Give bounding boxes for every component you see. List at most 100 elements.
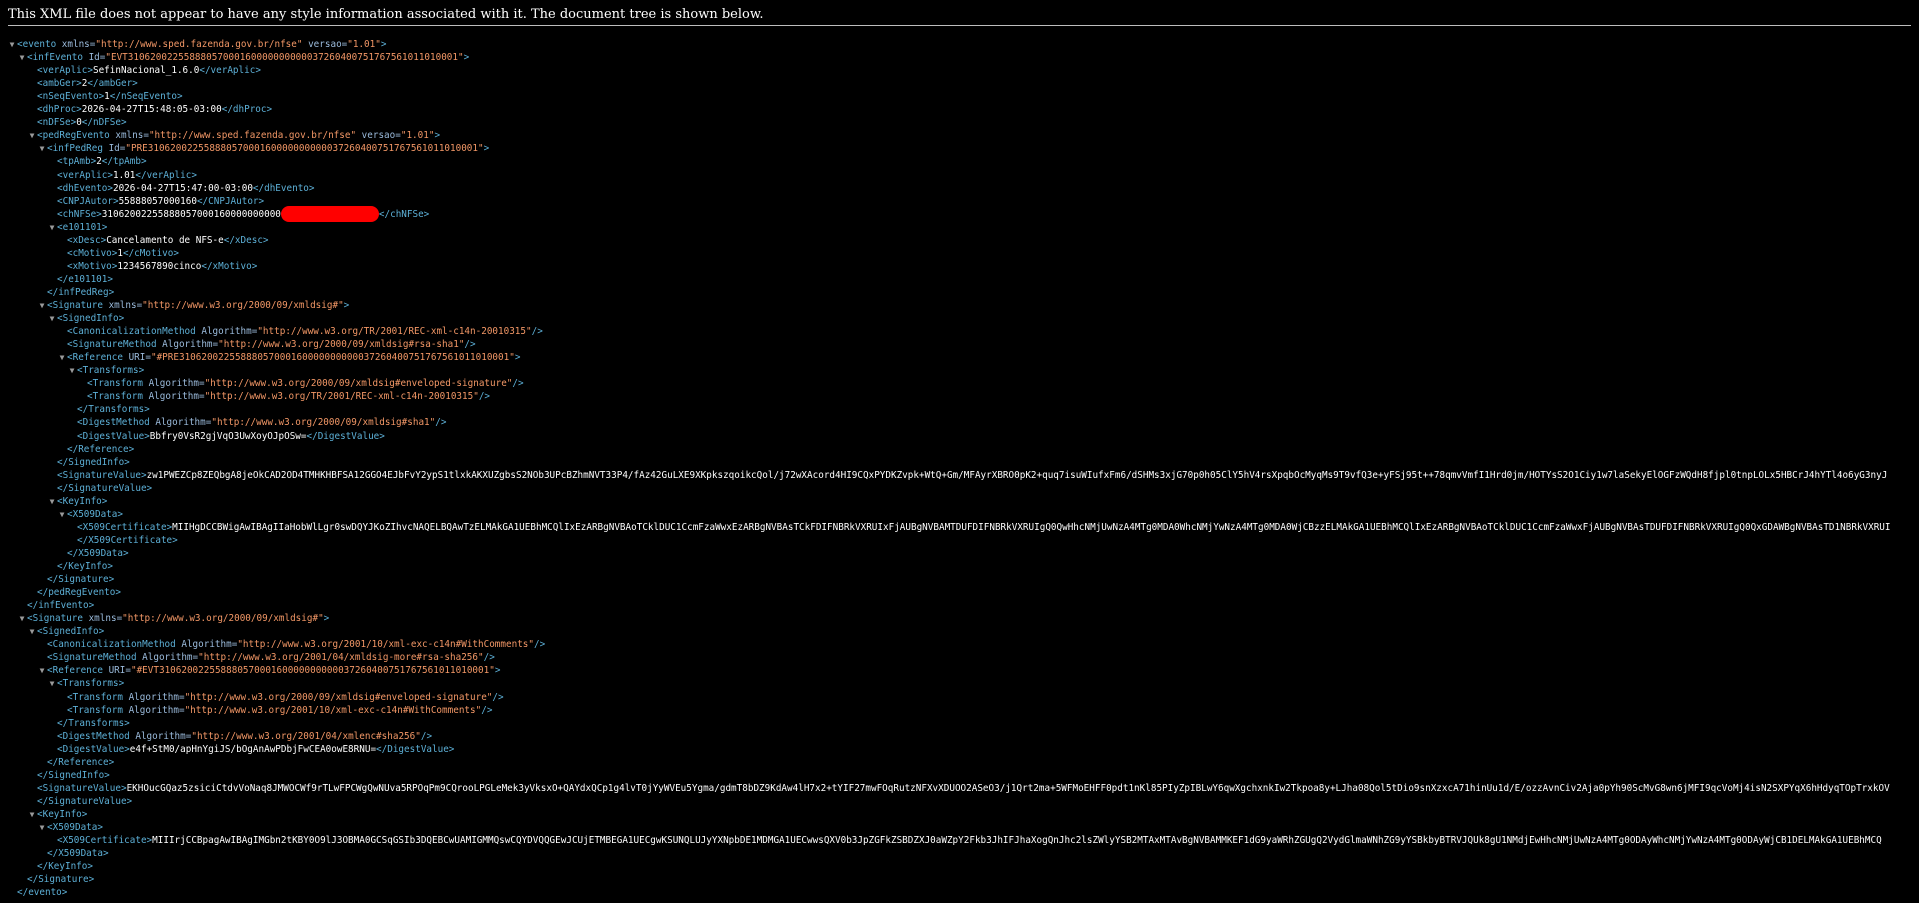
xml-line: <Transform Algorithm="http://www.w3.org/… bbox=[57, 704, 492, 717]
xml-line: <DigestMethod Algorithm="http://www.w3.o… bbox=[47, 730, 432, 743]
xml-tag-text: <dhProc> bbox=[37, 104, 82, 116]
xml-line: </Reference> bbox=[37, 756, 114, 769]
xml-line: </X509Certificate> bbox=[67, 534, 178, 547]
xml-tag-text: <nSeqEvento> bbox=[37, 91, 105, 103]
xml-line: </SignedInfo> bbox=[47, 456, 130, 469]
xml-tag-text: /> bbox=[512, 378, 524, 390]
redaction-mark bbox=[280, 205, 379, 222]
xml-line: ▼ <Transforms> bbox=[47, 677, 125, 690]
xml-line: ▼ <Signature xmlns="http://www.w3.org/200… bbox=[37, 299, 350, 312]
collapse-toggle-icon[interactable]: ▼ bbox=[57, 351, 67, 364]
xml-tag-text: </pedRegEvento> bbox=[37, 587, 121, 599]
xml-tag-text: /> bbox=[483, 652, 495, 664]
xml-tag-text: </infEvento> bbox=[27, 600, 95, 612]
attribute-value: "http://www.w3.org/2001/04/xmlenc#sha256… bbox=[191, 730, 421, 742]
element-text: 1.01 bbox=[112, 169, 136, 181]
xml-tag-text: </Signature> bbox=[47, 574, 115, 586]
xml-tag-text: </X509Data> bbox=[67, 547, 129, 559]
xml-line: ▼ <e101101> bbox=[47, 221, 108, 234]
xml-tag-text: </xMotivo> bbox=[201, 260, 258, 272]
xml-tag-text: <SignatureValue> bbox=[37, 782, 127, 794]
element-text: Cancelamento de NFS-e bbox=[106, 234, 224, 246]
collapse-toggle-icon[interactable]: ▼ bbox=[37, 664, 47, 677]
collapse-toggle-icon[interactable]: ▼ bbox=[37, 299, 47, 312]
xml-line: <DigestMethod Algorithm="http://www.w3.o… bbox=[67, 416, 446, 429]
attribute-value: "http://www.sped.fazenda.gov.br/nfse" bbox=[148, 130, 357, 142]
xml-tag-text: <SignedInfo> bbox=[57, 313, 125, 325]
attribute-value: "http://www.sped.fazenda.gov.br/nfse" bbox=[95, 39, 303, 50]
collapse-toggle-icon[interactable]: ▼ bbox=[47, 312, 57, 325]
collapse-toggle-icon[interactable]: ▼ bbox=[17, 51, 27, 64]
xml-line: <DigestValue>Bbfry0VsR2gjVqO3UwXoyOJpOSw… bbox=[67, 430, 385, 443]
xml-line: ▼ <SignedInfo> bbox=[27, 625, 105, 638]
xml-tag-text: <KeyInfo> bbox=[57, 495, 108, 507]
xml-line: <nSeqEvento>1</nSeqEvento> bbox=[27, 90, 183, 103]
xml-line: <xMotivo>1234567890cinco</xMotivo> bbox=[57, 260, 257, 273]
xml-tag-text: <CanonicalizationMethod bbox=[47, 639, 176, 651]
xml-line: </infPedReg> bbox=[37, 286, 114, 299]
xml-tag-text: </dhProc> bbox=[221, 104, 273, 116]
xml-tag-text: <SignatureMethod bbox=[47, 652, 137, 664]
xml-tag-text: > bbox=[343, 300, 350, 311]
xml-tag-text: /> bbox=[481, 704, 493, 716]
xml-tag-text: > bbox=[494, 665, 501, 677]
xml-line: </SignedInfo> bbox=[27, 769, 110, 782]
xml-tag-text: </KeyInfo> bbox=[37, 861, 93, 873]
xml-tag-text: </CNPJAutor> bbox=[196, 195, 265, 207]
xml-line: ▼ <pedRegEvento xmlns="http://www.sped.fa… bbox=[27, 129, 440, 142]
xml-tag-text: > bbox=[380, 39, 387, 50]
collapse-toggle-icon[interactable]: ▼ bbox=[27, 808, 37, 821]
collapse-toggle-icon[interactable]: ▼ bbox=[57, 508, 67, 521]
collapse-toggle-icon[interactable]: ▼ bbox=[27, 625, 37, 638]
element-text: 2026-04-27T15:48:05-03:00 bbox=[81, 104, 222, 116]
xml-tag-text: </evento> bbox=[17, 887, 68, 899]
attribute-name: Algorithm= bbox=[136, 652, 199, 664]
xml-tag-text: <X509Certificate> bbox=[77, 521, 173, 533]
xml-line: ▼ <X509Data> bbox=[37, 821, 103, 834]
xml-line: <DigestValue>e4f+StM0/apHnYgiJS/bOgAnAwP… bbox=[47, 743, 454, 756]
xml-line: </Reference> bbox=[57, 443, 134, 456]
collapse-toggle-icon[interactable]: ▼ bbox=[47, 677, 57, 690]
attribute-name: Id= bbox=[82, 52, 106, 64]
xml-line: <verAplic>SefinNacional_1.6.0</verAplic> bbox=[27, 64, 261, 77]
collapse-toggle-icon[interactable]: ▼ bbox=[37, 821, 47, 834]
xml-tag-text: </SignedInfo> bbox=[57, 456, 130, 468]
collapse-toggle-icon[interactable]: ▼ bbox=[67, 364, 77, 377]
xml-line: ▼ <Reference URI="#PRE3106200225588805700… bbox=[57, 351, 521, 364]
xml-tag-text: /> bbox=[420, 730, 433, 742]
xml-tag-text: </ambGer> bbox=[87, 78, 138, 90]
collapse-toggle-icon[interactable]: ▼ bbox=[17, 612, 27, 625]
element-text: EKHOucGQaz5zsiciCtdvVoNaq8JMWOCWf9rTLwFP… bbox=[126, 782, 1890, 794]
collapse-toggle-icon[interactable]: ▼ bbox=[47, 495, 57, 508]
attribute-value: "#EVT31062002255888057000160000000000037… bbox=[130, 665, 495, 677]
xml-line: ▼ <KeyInfo> bbox=[27, 808, 88, 821]
xml-line: <Transform Algorithm="http://www.w3.org/… bbox=[77, 377, 524, 390]
xml-tag-text: <SignatureMethod bbox=[67, 339, 157, 351]
attribute-value: "http://www.w3.org/2000/09/xmldsig#" bbox=[122, 613, 324, 625]
xml-line: ▼ <Transforms> bbox=[67, 364, 145, 377]
collapse-toggle-icon[interactable]: ▼ bbox=[37, 142, 47, 155]
xml-line: <ambGer>2</ambGer> bbox=[27, 77, 138, 90]
xml-tag-text: /> bbox=[478, 391, 491, 403]
collapse-toggle-icon[interactable]: ▼ bbox=[7, 38, 17, 51]
attribute-value: "http://www.w3.org/2000/09/xmldsig#" bbox=[142, 300, 344, 311]
xml-tag-text: <SignedInfo> bbox=[37, 626, 105, 638]
xml-line: </Transforms> bbox=[67, 403, 150, 416]
info-divider bbox=[8, 25, 1911, 26]
xml-line: ▼ <Reference URI="#EVT3106200225588805700… bbox=[37, 664, 501, 677]
xml-tag-text: > bbox=[434, 130, 441, 142]
no-style-info-message: This XML file does not appear to have an… bbox=[8, 7, 764, 22]
collapse-toggle-icon[interactable]: ▼ bbox=[27, 129, 37, 142]
xml-tag-text: <X509Certificate> bbox=[57, 835, 153, 847]
xml-line: <X509Certificate>MIIIrjCCBpagAwIBAgIMGbn… bbox=[47, 834, 1882, 847]
element-text: SefinNacional_1.6.0 bbox=[92, 65, 200, 77]
xml-tag-text: </nDFSe> bbox=[81, 117, 127, 129]
xml-line: </Signature> bbox=[37, 573, 114, 586]
xml-line: <dhEvento>2026-04-27T15:47:00-03:00</dhE… bbox=[47, 182, 315, 195]
xml-line: <Transform Algorithm="http://www.w3.org/… bbox=[77, 390, 490, 403]
xml-line: </Signature> bbox=[17, 873, 94, 886]
xml-tag-text: <evento bbox=[17, 39, 57, 50]
collapse-toggle-icon[interactable]: ▼ bbox=[47, 221, 57, 234]
attribute-value: "http://www.w3.org/TR/2001/REC-xml-c14n-… bbox=[257, 326, 532, 338]
xml-tag-text: <DigestMethod bbox=[57, 730, 130, 742]
